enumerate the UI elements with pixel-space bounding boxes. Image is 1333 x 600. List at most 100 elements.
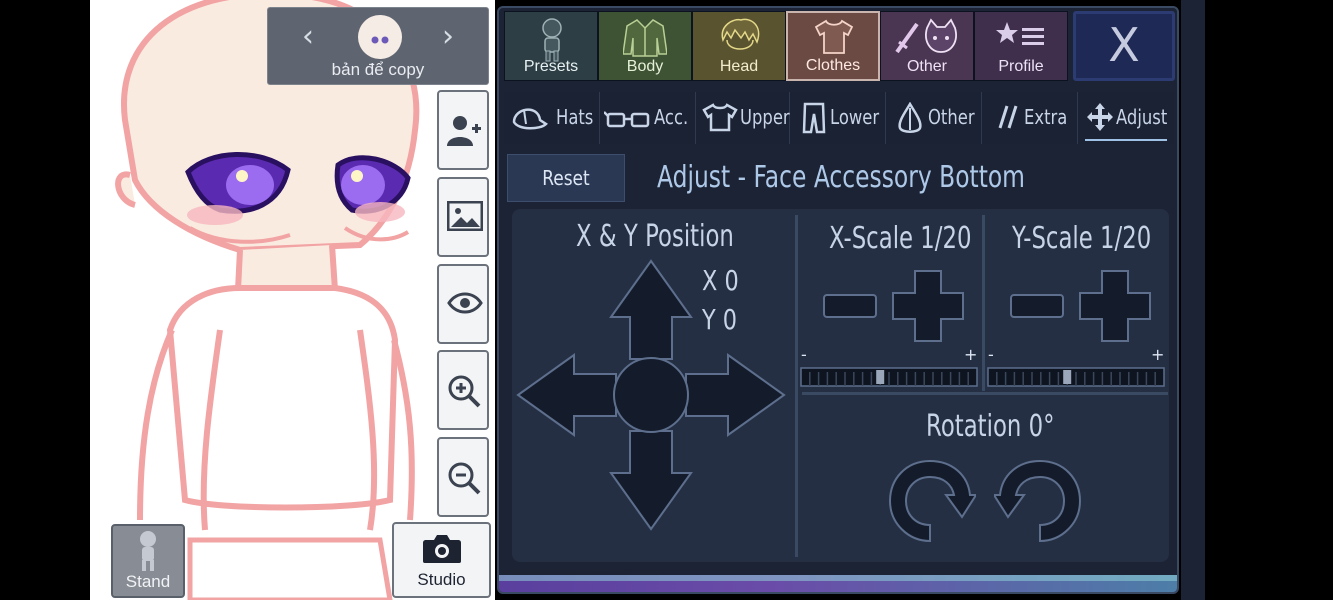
tab-clothes-label: Clothes: [805, 57, 861, 74]
character-thumbnail: [358, 15, 402, 59]
add-character-button[interactable]: [437, 90, 489, 170]
x-scale-min-label: -: [801, 345, 807, 364]
visibility-button[interactable]: [437, 264, 489, 344]
dpad: [516, 259, 786, 531]
star-list-icon: [996, 22, 1044, 45]
tab-presets[interactable]: Presets: [504, 11, 598, 81]
close-icon: X: [1108, 18, 1140, 72]
clothes-subtabs: Hats Acc. Upper Lower Other Extra Adjust: [504, 92, 1174, 144]
subtab-adjust[interactable]: Adjust: [1078, 92, 1174, 144]
subtab-accessories[interactable]: Acc.: [600, 92, 696, 144]
zoom-in-icon: [448, 375, 481, 408]
rotate-clockwise-icon: [888, 459, 976, 543]
arrow-up-button[interactable]: [609, 259, 693, 360]
shirt-icon: [814, 19, 854, 54]
slashes-icon: [998, 105, 1018, 129]
subtab-extra-label: Extra: [1024, 105, 1068, 129]
tab-other-label: Other: [906, 58, 947, 75]
y-scale-title: Y-Scale 1/20: [1012, 221, 1152, 256]
image-icon: [447, 201, 483, 231]
chevron-right-icon[interactable]: ›: [433, 22, 463, 52]
subtab-lower[interactable]: Lower: [790, 92, 886, 144]
panel-edge: [1181, 0, 1205, 600]
eye-icon: [447, 292, 483, 314]
presets-icon: [542, 18, 562, 62]
rotate-counterclockwise-button[interactable]: [994, 453, 1086, 551]
divider: [982, 215, 985, 391]
tab-clothes[interactable]: Clothes: [786, 11, 880, 81]
sword-cat-icon: [895, 18, 957, 54]
y-scale-slider[interactable]: [986, 366, 1166, 388]
slider-knob[interactable]: [1063, 370, 1072, 384]
subtab-hats-label: Hats: [556, 105, 594, 129]
position-title: X & Y Position: [576, 219, 734, 254]
edit-panel: Presets Body Head Clothes Other Profile …: [497, 6, 1179, 594]
subtab-other[interactable]: Other: [886, 92, 982, 144]
center-button[interactable]: [613, 357, 689, 433]
camera-icon: [423, 535, 461, 563]
background-button[interactable]: [437, 177, 489, 257]
character-stage[interactable]: ‹ › bản để copy Stand Studio: [90, 0, 495, 600]
jacket-icon: [623, 19, 667, 57]
active-tab-indicator: [1085, 139, 1167, 141]
shirt-icon: [702, 103, 738, 132]
x-scale-title: X-Scale 1/20: [829, 221, 972, 256]
tab-head[interactable]: Head: [692, 11, 786, 81]
zoom-in-button[interactable]: [437, 350, 489, 430]
stand-pose-icon: [140, 531, 156, 571]
drop-icon: [898, 102, 922, 133]
category-tabs: Presets Body Head Clothes Other Profile: [504, 11, 1072, 81]
slider-knob[interactable]: [876, 370, 885, 384]
zoom-out-button[interactable]: [437, 437, 489, 517]
subtab-hats[interactable]: Hats: [504, 92, 600, 144]
tab-other[interactable]: Other: [880, 11, 974, 81]
tab-profile[interactable]: Profile: [974, 11, 1068, 81]
x-scale-slider[interactable]: [799, 366, 979, 388]
arrow-right-button[interactable]: [685, 353, 786, 437]
x-scale-plus-button[interactable]: [891, 269, 965, 343]
subtab-extra[interactable]: Extra: [982, 92, 1078, 144]
y-scale-max-label: +: [1151, 345, 1165, 364]
move-arrows-icon: [1087, 103, 1113, 131]
character-figure: [115, 0, 420, 600]
divider: [802, 392, 1168, 395]
y-scale-min-label: -: [988, 345, 994, 364]
tab-body-label: Body: [626, 58, 664, 75]
x-scale-max-label: +: [964, 345, 978, 364]
hair-icon: [721, 18, 760, 50]
close-button[interactable]: X: [1073, 11, 1175, 81]
hat-icon: [512, 108, 548, 130]
rotation-title: Rotation 0°: [926, 409, 1055, 444]
x-scale-minus-button[interactable]: [822, 289, 880, 323]
subtab-upper[interactable]: Upper: [696, 92, 790, 144]
zoom-out-icon: [448, 462, 481, 495]
tab-presets-label: Presets: [523, 58, 579, 75]
tab-body[interactable]: Body: [598, 11, 692, 81]
stand-label: Stand: [125, 572, 171, 591]
subtab-other-label: Other: [928, 105, 975, 129]
y-scale-plus-button[interactable]: [1078, 269, 1152, 343]
subtab-lower-label: Lower: [830, 105, 880, 129]
add-person-icon: [447, 116, 481, 146]
tab-head-label: Head: [719, 58, 759, 75]
chevron-left-icon[interactable]: ‹: [293, 22, 323, 52]
rotate-clockwise-button[interactable]: [884, 453, 976, 551]
pants-icon: [802, 102, 826, 134]
arrow-down-button[interactable]: [609, 430, 693, 531]
studio-button[interactable]: Studio: [392, 522, 491, 598]
rotate-counterclockwise-icon: [994, 459, 1082, 543]
tab-profile-label: Profile: [998, 58, 1044, 75]
glasses-icon: [604, 111, 650, 128]
y-scale-minus-button[interactable]: [1009, 289, 1067, 323]
adjust-controls: X & Y Position X 0 Y 0 X-Scale 1/20 - + …: [512, 209, 1169, 562]
subtab-adjust-label: Adjust: [1116, 105, 1168, 129]
subtab-accessories-label: Acc.: [654, 105, 689, 129]
bottom-gradient-bar: [499, 575, 1177, 592]
reset-button[interactable]: Reset: [507, 154, 625, 202]
studio-label: Studio: [417, 570, 466, 589]
character-name: bản để copy: [331, 60, 425, 79]
arrow-left-button[interactable]: [516, 353, 617, 437]
stand-button[interactable]: Stand: [111, 524, 185, 598]
reset-label: Reset: [542, 166, 590, 190]
subtab-upper-label: Upper: [740, 105, 790, 129]
